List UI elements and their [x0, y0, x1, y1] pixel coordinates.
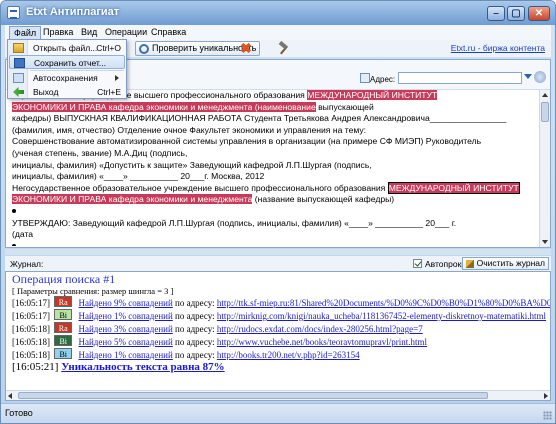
scroll-right-icon[interactable] [544, 393, 548, 399]
menu-help[interactable]: Справка [147, 26, 190, 39]
source-badge: Bi [54, 335, 73, 346]
doc-line: (ученая степень, звание) М.А.Диц (подпис… [12, 147, 188, 158]
document-text[interactable]: образовательное учреждение высшего профе… [12, 90, 534, 246]
log-entry: [16:05:18] Ra Найдено 3% совпадений по а… [12, 322, 423, 335]
menu-exit[interactable]: Выход Ctrl+E [9, 85, 125, 99]
resize-grip-icon[interactable] [543, 411, 552, 420]
scroll-thumb[interactable] [541, 102, 549, 122]
file-menu-dropdown: Открыть файл... Ctrl+O Сохранить отчет..… [7, 39, 127, 99]
log-suffix: по адресу: [172, 311, 217, 321]
clear-journal-button[interactable]: Очистить журнал [461, 257, 549, 270]
clear-journal-label: Очистить журнал [476, 258, 545, 268]
panel-splitter[interactable] [5, 249, 551, 255]
menu-save-report[interactable]: Сохранить отчет... [9, 55, 125, 69]
menu-bar: Файл Правка Вид Операции Справка [5, 25, 551, 40]
source-url[interactable]: http://ttk.sf-miep.ru:81/Shared%20Docume… [217, 298, 550, 308]
doc-bullet-line [12, 241, 534, 246]
journal-toolbar: Журнал: Автопрокрутка Очистить журнал [5, 256, 551, 271]
match-link[interactable]: Найдено 1% совпадений [79, 350, 173, 360]
journal-label: Журнал: [10, 259, 44, 269]
match-link[interactable]: Найдено 5% совпадений [79, 337, 173, 347]
log-suffix: по адресу: [172, 324, 217, 334]
hscroll-thumb[interactable] [18, 392, 488, 399]
menu-autosave[interactable]: Автосохранения [9, 71, 125, 85]
app-window: Etxt Антиплагиат – ▢ ✕ Файл Правка Вид О… [0, 0, 556, 424]
comparison-params: [ Параметры сравнения: размер шингла = 3… [12, 286, 174, 296]
journal-hscrollbar[interactable] [6, 390, 550, 400]
autoscroll-checkbox[interactable] [413, 259, 422, 268]
doc-line: кафедры) ВЫПУСКНАЯ КВАЛИФИКАЦИОННАЯ РАБО… [12, 113, 507, 124]
document-scrollbar[interactable] [539, 90, 550, 247]
menu-view[interactable]: Вид [77, 26, 101, 39]
source-url[interactable]: http://books.tr200.net/v.php?id=263154 [217, 350, 360, 360]
log-entry: [16:05:17] Ra Найдено 9% совпадений по а… [12, 296, 550, 309]
source-url[interactable]: http://rudocs.exdat.com/docs/index-28025… [217, 324, 423, 334]
page-icon[interactable] [360, 73, 370, 83]
doc-line: УТВЕРЖДАЮ: Заведующий кафедрой Л.П.Шурга… [12, 217, 457, 228]
doc-line: инициалы, фамилия) «____» __________ 20_… [12, 171, 265, 182]
uniqueness-result-link[interactable]: Уникальность текста равна 87% [61, 361, 224, 373]
log-entry: [16:05:18] Bi Найдено 5% совпадений по а… [12, 335, 427, 348]
result-time: [16:05:21] [12, 361, 59, 373]
address-dropdown-icon[interactable] [524, 74, 532, 79]
site-link[interactable]: Etxt.ru - биржа контента [451, 43, 545, 53]
autosave-icon [13, 73, 24, 83]
match-link[interactable]: Найдено 9% совпадений [79, 298, 173, 308]
open-folder-icon [13, 43, 24, 53]
minimize-button[interactable]: – [487, 6, 505, 21]
window-title: Etxt Антиплагиат [26, 6, 120, 18]
doc-line: Негосударственное образовательное учрежд… [12, 181, 520, 194]
log-suffix: по адресу: [172, 337, 217, 347]
log-suffix: по адресу: [172, 350, 217, 360]
scroll-up-icon[interactable] [542, 93, 548, 97]
doc-line: ЭКОНОМИКИ И ПРАВА кафедра экономики и ме… [12, 194, 395, 205]
doc-line: (фамилия, имя, отчество) Отделение очное… [12, 124, 367, 135]
tools-icon[interactable] [277, 42, 291, 56]
go-icon[interactable] [534, 71, 546, 83]
scroll-left-icon[interactable] [8, 393, 12, 399]
journal-log[interactable]: Операция поиска #1 [ Параметры сравнения… [5, 271, 551, 401]
menu-open-file[interactable]: Открыть файл... Ctrl+O [9, 41, 125, 55]
menu-file[interactable]: Файл [9, 26, 42, 39]
stop-icon[interactable]: ✖ [239, 41, 253, 55]
app-logo-icon [7, 6, 20, 19]
doc-bullet-line [12, 206, 534, 218]
save-icon [14, 58, 25, 68]
log-entry: [16:05:18] Bi Найдено 1% совпадений по а… [12, 348, 360, 361]
doc-line: инициалы, фамилия) «Допустить к защите» … [12, 159, 372, 170]
log-suffix: по адресу: [172, 298, 217, 308]
maximize-button[interactable]: ▢ [507, 6, 525, 21]
source-badge: Bi [54, 348, 73, 359]
doc-line: (дата [12, 229, 34, 240]
address-input[interactable] [398, 72, 522, 84]
doc-line: ЭКОНОМИКИ И ПРАВА кафедра экономики и ме… [12, 101, 374, 112]
exit-arrow-icon [13, 87, 24, 97]
menu-operations[interactable]: Операции [101, 26, 151, 39]
result-row: [16:05:21] Уникальность текста равна 87% [12, 361, 225, 373]
operation-title: Операция поиска #1 [12, 272, 116, 286]
source-badge: Ra [54, 296, 73, 307]
source-url[interactable]: http://mirknig.com/knigi/nauka_ucheba/11… [217, 311, 546, 321]
match-link[interactable]: Найдено 3% совпадений [79, 324, 173, 334]
title-bar[interactable]: Etxt Антиплагиат – ▢ ✕ [1, 1, 555, 25]
status-text: Готово [5, 408, 33, 418]
submenu-arrow-icon [115, 75, 119, 81]
source-url[interactable]: http://www.vuchebe.net/books/teoravtomup… [217, 337, 427, 347]
match-link[interactable]: Найдено 1% совпадений [79, 311, 173, 321]
menu-edit[interactable]: Правка [39, 26, 77, 39]
log-entry: [16:05:17] Bi Найдено 1% совпадений по а… [12, 309, 546, 322]
scroll-down-icon[interactable] [542, 240, 548, 244]
source-badge: Bi [54, 309, 73, 320]
broom-icon [465, 260, 474, 268]
close-button[interactable]: ✕ [528, 6, 550, 21]
magnifier-icon [139, 44, 149, 54]
address-label: Адрес: [370, 75, 396, 84]
doc-line: Совершенствование автоматизированной сис… [12, 136, 482, 147]
status-bar: Готово [1, 403, 555, 423]
source-badge: Ra [54, 322, 73, 333]
